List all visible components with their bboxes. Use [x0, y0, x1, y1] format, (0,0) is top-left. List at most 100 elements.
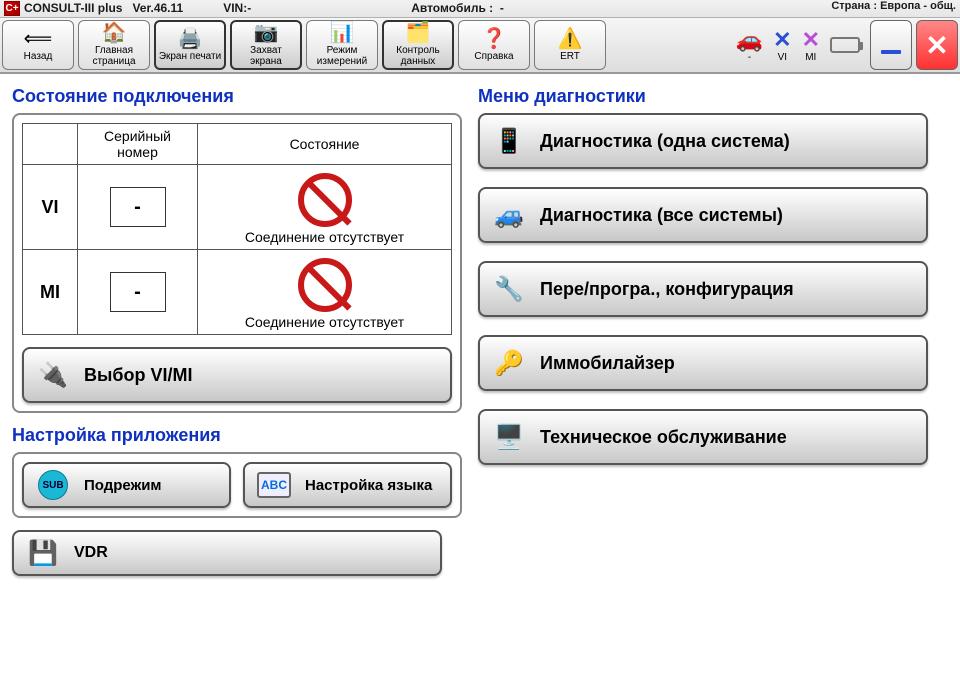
help-label: Справка — [474, 51, 513, 62]
car-icon: 🚗 — [736, 27, 763, 53]
battery-icon — [830, 37, 860, 53]
close-button[interactable]: ✕ — [916, 20, 958, 70]
vin-field: VIN:- — [223, 1, 251, 15]
close-icon: ✕ — [925, 29, 948, 62]
camera-icon: 📷 — [254, 23, 279, 43]
select-vimi-label: Выбор VI/MI — [84, 365, 192, 386]
reprogramming-button[interactable]: 🔧 Пере/програ., конфигурация — [478, 261, 928, 317]
app-name-text: CONSULT-III plus — [24, 1, 122, 15]
vi-status: ✕ VI — [773, 27, 791, 63]
car-status: 🚗 - — [736, 27, 763, 63]
immo-label: Иммобилайзер — [540, 353, 675, 374]
serial-header: Серийный номер — [78, 124, 198, 165]
car-diag-icon: 🚙 — [492, 198, 526, 232]
help-button[interactable]: ❓ Справка — [458, 20, 530, 70]
select-vimi-button[interactable]: 🔌 Выбор VI/MI — [22, 347, 452, 403]
data-icon: 🗂️ — [406, 23, 431, 43]
vehicle-field: Автомобиль : - — [411, 1, 504, 15]
car-status-label: - — [748, 53, 751, 63]
reprog-label: Пере/програ., конфигурация — [540, 279, 794, 300]
country-label: Страна : — [831, 0, 877, 12]
x-icon: ✕ — [802, 27, 820, 53]
vehicle-value: - — [500, 1, 504, 15]
home-icon: 🏠 — [102, 23, 127, 43]
vi-state-cell: Соединение отсутствует — [198, 165, 452, 250]
info-bar: C+ CONSULT-III plus Ver.46.11 VIN:- Авто… — [0, 0, 960, 18]
ert-label: ERT — [560, 51, 580, 62]
vin-label: VIN: — [223, 1, 247, 15]
mi-serial-cell: - — [78, 250, 198, 335]
mi-serial-value: - — [110, 272, 166, 312]
mi-status: ✕ MI — [802, 27, 820, 63]
diag-one-system-button[interactable]: 📱 Диагностика (одна система) — [478, 113, 928, 169]
maint-label: Техническое обслуживание — [540, 427, 787, 448]
vi-status-label: VI — [778, 53, 787, 63]
vdr-label: VDR — [74, 544, 108, 562]
connection-status-title: Состояние подключения — [12, 86, 462, 107]
minimize-button[interactable] — [870, 20, 912, 70]
print-screen-button[interactable]: 🖨️ Экран печати — [154, 20, 226, 70]
sub-badge: SUB — [38, 470, 68, 500]
vi-serial-value: - — [110, 187, 166, 227]
ert-button[interactable]: ⚠️ ERT — [534, 20, 606, 70]
vi-state-text: Соединение отсутствует — [202, 229, 447, 245]
table-row: VI - Соединение отсутствует — [23, 165, 452, 250]
screen-capture-button[interactable]: 📷 Захват экрана — [230, 20, 302, 70]
sub-mode-icon: SUB — [36, 468, 70, 502]
back-label: Назад — [24, 51, 53, 62]
vi-row-label: VI — [23, 165, 78, 250]
diagnostic-menu-title: Меню диагностики — [478, 86, 928, 107]
immobilizer-button[interactable]: 🔑 Иммобилайзер — [478, 335, 928, 391]
monitor-icon: 🖥️ — [492, 420, 526, 454]
home-label: Главная страница — [81, 45, 147, 67]
mi-row-label: MI — [23, 250, 78, 335]
capture-label: Захват экрана — [234, 45, 298, 67]
toolbar: ⟸ Назад 🏠 Главная страница 🖨️ Экран печа… — [0, 18, 960, 74]
printer-icon: 🖨️ — [178, 29, 203, 49]
vi-serial-cell: - — [78, 165, 198, 250]
diag-all-systems-button[interactable]: 🚙 Диагностика (все системы) — [478, 187, 928, 243]
recorded-data-button[interactable]: 🗂️ Контроль данных — [382, 20, 454, 70]
maintenance-button[interactable]: 🖥️ Техническое обслуживание — [478, 409, 928, 465]
sub-mode-button[interactable]: SUB Подрежим — [22, 462, 231, 508]
status-icons: 🚗 - ✕ VI ✕ MI — [730, 20, 866, 70]
back-button[interactable]: ⟸ Назад — [2, 20, 74, 70]
phone-icon: 📱 — [492, 124, 526, 158]
diag-all-label: Диагностика (все системы) — [540, 205, 783, 226]
vdr-button[interactable]: 💾 VDR — [12, 530, 442, 576]
no-connection-icon — [298, 258, 352, 312]
select-vimi-icon: 🔌 — [36, 358, 70, 392]
connection-table: Серийный номер Состояние VI - Соединение… — [22, 123, 452, 335]
back-arrow-icon: ⟸ — [24, 29, 53, 49]
language-settings-button[interactable]: ABC Настройка языка — [243, 462, 452, 508]
print-label: Экран печати — [159, 51, 221, 62]
country-field: Страна : Европа - общ. — [831, 1, 956, 12]
reprog-icon: 🔧 — [492, 272, 526, 306]
language-icon: ABC — [257, 468, 291, 502]
no-connection-icon — [298, 173, 352, 227]
app-settings-panel: SUB Подрежим ABC Настройка языка — [12, 452, 462, 518]
mi-state-cell: Соединение отсутствует — [198, 250, 452, 335]
minimize-icon — [881, 50, 901, 54]
table-row: MI - Соединение отсутствует — [23, 250, 452, 335]
country-value: Европа - общ. — [880, 0, 956, 12]
recorded-label: Контроль данных — [386, 45, 450, 67]
vin-value: - — [247, 1, 251, 15]
abc-badge: ABC — [257, 472, 291, 498]
measurement-mode-button[interactable]: 📊 Режим измерений — [306, 20, 378, 70]
vdr-icon: 💾 — [26, 536, 60, 570]
app-name: CONSULT-III plus Ver.46.11 — [24, 1, 183, 15]
mi-status-label: MI — [805, 53, 816, 63]
diag-one-label: Диагностика (одна система) — [540, 131, 790, 152]
app-settings-title: Настройка приложения — [12, 425, 462, 446]
measure-label: Режим измерений — [309, 45, 375, 67]
language-label: Настройка языка — [305, 477, 432, 494]
key-icon: 🔑 — [492, 346, 526, 380]
home-button[interactable]: 🏠 Главная страница — [78, 20, 150, 70]
table-corner — [23, 124, 78, 165]
vehicle-label: Автомобиль : — [411, 1, 493, 15]
app-logo-icon: C+ — [4, 1, 20, 16]
mi-state-text: Соединение отсутствует — [202, 314, 447, 330]
sub-mode-label: Подрежим — [84, 477, 162, 494]
help-icon: ❓ — [482, 29, 507, 49]
